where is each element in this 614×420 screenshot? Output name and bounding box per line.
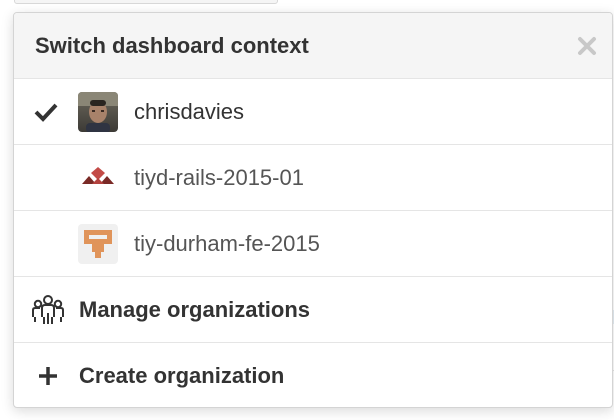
organization-icon bbox=[31, 293, 65, 327]
check-icon bbox=[34, 102, 58, 122]
orange-identicon-org-avatar bbox=[78, 224, 118, 264]
background-search-field bbox=[14, 0, 278, 4]
manage-organizations-link[interactable]: Manage organizations bbox=[14, 277, 612, 343]
context-item-label: tiy-durham-fe-2015 bbox=[134, 230, 320, 256]
plus-icon bbox=[31, 359, 65, 393]
dropdown-title: Switch dashboard context bbox=[35, 32, 309, 58]
close-icon[interactable] bbox=[576, 35, 598, 57]
context-item-tiyd-rails-2015-01[interactable]: tiyd-rails-2015-01 bbox=[14, 145, 612, 211]
red-triangles-org-avatar bbox=[78, 158, 118, 198]
create-organization-link[interactable]: Create organization bbox=[14, 343, 612, 407]
context-item-tiy-durham-fe-2015[interactable]: tiy-durham-fe-2015 bbox=[14, 211, 612, 277]
action-label: Manage organizations bbox=[79, 296, 311, 322]
context-switcher-dropdown: Switch dashboard context chrisdavies tiy… bbox=[13, 12, 613, 408]
dropdown-header: Switch dashboard context bbox=[14, 13, 612, 79]
context-item-label: chrisdavies bbox=[134, 98, 245, 124]
action-label: Create organization bbox=[79, 363, 285, 388]
context-item-label: tiyd-rails-2015-01 bbox=[134, 164, 304, 190]
context-item-chrisdavies[interactable]: chrisdavies bbox=[14, 79, 612, 145]
user-photo-avatar bbox=[78, 92, 118, 132]
